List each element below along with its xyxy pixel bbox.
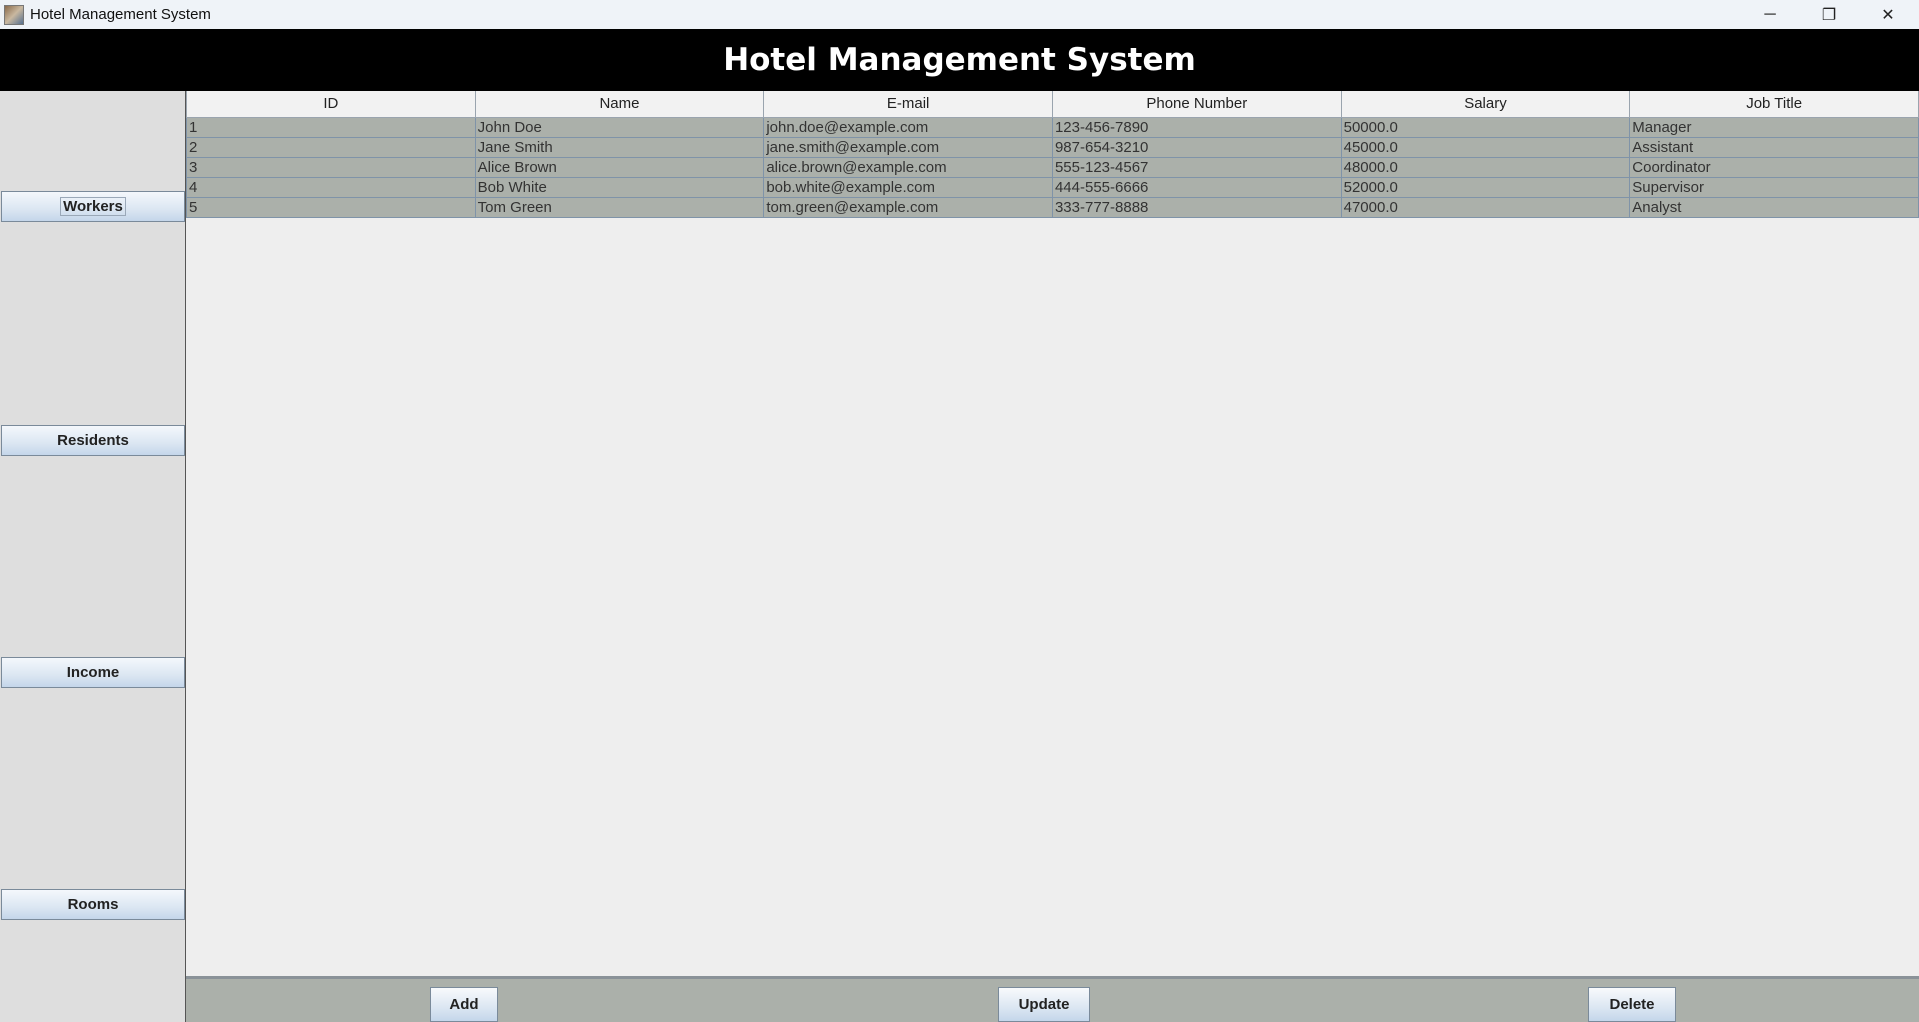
column-header[interactable]: E-mail [763,91,1053,118]
table-row[interactable]: 5 Tom Green tom.green@example.com 333-777-8… [186,196,1919,218]
sidebar-item-residents[interactable]: Residents [1,425,185,456]
sidebar-item-label: Rooms [67,896,119,913]
table-cell[interactable]: 555-123-4567 [1051,156,1342,178]
table-cell[interactable]: Supervisor [1629,176,1919,198]
table-cell[interactable]: 48000.0 [1340,156,1631,178]
table-row[interactable]: 1 John Doe john.doe@example.com 123-456-789… [186,116,1919,138]
table-cell[interactable]: Analyst [1629,196,1919,218]
table-cell[interactable]: Manager [1629,116,1919,138]
table-cell[interactable]: 5 [186,196,476,218]
workers-table-panel: ID Name E-mail Phone Number Salary Job Title … [186,91,1919,979]
window-title-bar: Hotel Management System ─ ❐ ✕ [0,0,1919,29]
add-button[interactable]: Add [430,987,498,1022]
table-cell[interactable]: 444-555-6666 [1051,176,1342,198]
table-cell[interactable]: Jane Smith [474,136,765,158]
table-cell[interactable]: 987-654-3210 [1051,136,1342,158]
column-header[interactable]: Job Title [1629,91,1919,118]
sidebar-item-label: Income [66,664,120,681]
app-header: Hotel Management System [0,29,1919,91]
sidebar-item-income[interactable]: Income [1,657,185,688]
workers-table[interactable]: ID Name E-mail Phone Number Salary Job Title … [186,91,1919,218]
column-header[interactable]: Phone Number [1051,91,1342,118]
table-cell[interactable]: alice.brown@example.com [763,156,1053,178]
minimize-button[interactable]: ─ [1741,0,1799,29]
table-cell[interactable]: tom.green@example.com [763,196,1053,218]
page-title: Hotel Management System [723,42,1196,78]
table-cell[interactable]: 52000.0 [1340,176,1631,198]
window-title: Hotel Management System [30,6,211,23]
table-row[interactable]: 3 Alice Brown alice.brown@example.com 555-1… [186,156,1919,178]
table-cell[interactable]: Assistant [1629,136,1919,158]
table-cell[interactable]: Bob White [474,176,765,198]
column-header[interactable]: Name [474,91,765,118]
maximize-button[interactable]: ❐ [1800,0,1858,29]
table-row[interactable]: 4 Bob White bob.white@example.com 444-555-6… [186,176,1919,198]
table-cell[interactable]: 123-456-7890 [1051,116,1342,138]
table-cell[interactable]: Alice Brown [474,156,765,178]
sidebar-item-label: Workers [60,197,126,216]
table-cell[interactable]: 3 [186,156,476,178]
table-cell[interactable]: Coordinator [1629,156,1919,178]
table-cell[interactable]: 333-777-8888 [1051,196,1342,218]
sidebar: Workers Residents Income Rooms [0,91,186,1022]
delete-button[interactable]: Delete [1588,987,1676,1022]
table-cell[interactable]: John Doe [474,116,765,138]
action-bar: Add Update Delete [186,979,1919,1022]
close-button[interactable]: ✕ [1859,0,1917,29]
column-header[interactable]: Salary [1340,91,1631,118]
app-icon [4,4,24,25]
table-cell[interactable]: 47000.0 [1340,196,1631,218]
table-cell[interactable]: john.doe@example.com [763,116,1053,138]
table-cell[interactable]: 45000.0 [1340,136,1631,158]
sidebar-item-label: Residents [57,432,129,449]
table-cell[interactable]: 2 [186,136,476,158]
table-cell[interactable]: Tom Green [474,196,765,218]
update-button[interactable]: Update [998,987,1090,1022]
table-cell[interactable]: 4 [186,176,476,198]
table-cell[interactable]: 50000.0 [1340,116,1631,138]
table-cell[interactable]: bob.white@example.com [763,176,1053,198]
table-cell[interactable]: 1 [186,116,476,138]
table-cell[interactable]: jane.smith@example.com [763,136,1053,158]
table-row[interactable]: 2 Jane Smith jane.smith@example.com 987-654… [186,136,1919,158]
column-header[interactable]: ID [186,91,476,118]
sidebar-item-rooms[interactable]: Rooms [1,889,185,920]
sidebar-item-workers[interactable]: Workers [1,191,185,222]
